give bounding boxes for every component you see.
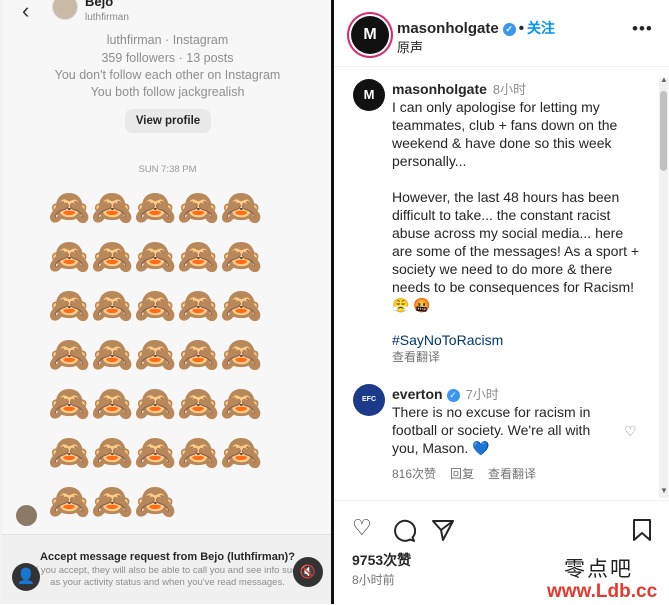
scroll-up-icon[interactable]: ▲	[660, 75, 668, 84]
monkey-emoji: 🙈	[48, 336, 91, 374]
caption-username[interactable]: masonholgate	[392, 81, 487, 97]
comments-area: M masonholgate 8小时 I can only apologise f…	[334, 67, 669, 499]
message-request-body: If you accept, they will also be able to…	[32, 565, 303, 588]
monkey-emoji: 🙈	[220, 287, 263, 325]
message-row: 🙈🙈🙈	[48, 482, 278, 531]
hashtag-link[interactable]: #SayNoToRacism	[392, 332, 503, 348]
comment-time: 7小时	[465, 387, 499, 402]
message-timestamp: SUN 7:38 PM	[138, 164, 197, 175]
avatar[interactable]: EFC	[353, 384, 385, 416]
avatar[interactable]: M	[353, 79, 385, 111]
monkey-emoji: 🙈	[220, 189, 263, 227]
see-translation-link[interactable]: 查看翻译	[488, 467, 536, 481]
dm-contact-name: Bejo	[85, 0, 114, 9]
monkey-emoji: 🙈	[48, 385, 91, 423]
monkey-emoji: 🙈	[134, 189, 177, 227]
comment-meta: 816次赞 回复 查看翻译	[392, 465, 550, 482]
post-header: M masonholgate ✓ • 关注 原声 •••	[334, 0, 669, 67]
monkey-emoji: 🙈	[134, 238, 177, 276]
profile-info-line: luthfirman · Instagram	[106, 33, 229, 47]
mute-icon[interactable]: 🔇	[293, 557, 323, 587]
monkey-emoji: 🙈	[48, 189, 91, 227]
monkey-emoji: 🙈	[177, 287, 220, 325]
comment-icon[interactable]	[392, 518, 416, 542]
verified-badge-icon: ✓	[502, 23, 516, 36]
monkey-emoji: 🙈	[91, 385, 134, 423]
heart-icon[interactable]: ♡	[352, 515, 372, 541]
profile-info-line: You both follow jackgrealish	[90, 85, 245, 99]
message-row: 🙈🙈🙈🙈🙈	[48, 335, 278, 384]
monkey-emoji: 🙈	[48, 483, 91, 521]
monkey-emoji: 🙈	[48, 434, 91, 472]
caption-paragraph: I can only apologise for letting my team…	[392, 99, 618, 169]
message-request-title: Accept message request from Bejo (luthfi…	[40, 551, 295, 563]
monkey-emoji: 🙈	[220, 385, 263, 423]
monkey-emoji: 🙈	[91, 287, 134, 325]
caption-paragraph: However, the last 48 hours has been diff…	[392, 189, 640, 313]
monkey-emoji: 🙈	[91, 336, 134, 374]
monkey-emoji: 🙈	[134, 336, 177, 374]
monkey-emoji: 🙈	[177, 385, 220, 423]
monkey-emoji: 🙈	[48, 287, 91, 325]
watermark-text: 零点吧	[564, 557, 633, 581]
dm-panel: ‹ Bejo luthfirman luthfirman · Instagram…	[2, 0, 331, 604]
caption-header: masonholgate 8小时	[392, 80, 647, 99]
dm-contact-handle: luthfirman	[85, 12, 129, 23]
instagram-post-panel: M masonholgate ✓ • 关注 原声 ••• M masonholgate…	[334, 0, 669, 604]
post-actions: ♡ 9753次赞 8小时前 零点吧 www.Ldb.cc	[334, 500, 669, 605]
message-row: 🙈🙈🙈🙈🙈	[48, 286, 278, 335]
post-like-count[interactable]: 9753次赞	[352, 550, 411, 570]
see-translation-link[interactable]: 查看翻译	[392, 348, 440, 365]
sender-avatar	[16, 505, 37, 526]
view-profile-button[interactable]: View profile	[125, 109, 211, 133]
monkey-emoji: 🙈	[91, 434, 134, 472]
monkey-emoji: 🙈	[177, 434, 220, 472]
watermark-url: www.Ldb.cc	[547, 581, 658, 602]
monkey-emoji: 🙈	[134, 385, 177, 423]
monkey-emoji: 🙈	[48, 238, 91, 276]
more-icon[interactable]: •••	[632, 19, 653, 39]
avatar[interactable]: M	[351, 16, 389, 54]
monkey-emoji: 🙈	[177, 336, 220, 374]
post-author-username[interactable]: masonholgate	[397, 20, 499, 37]
avatar	[52, 0, 78, 20]
scrollbar-thumb[interactable]	[660, 91, 667, 171]
message-row: 🙈🙈🙈🙈🙈	[48, 384, 278, 433]
message-row: 🙈🙈🙈🙈🙈	[48, 188, 278, 237]
caption-time: 8小时	[492, 82, 527, 97]
message-row: 🙈🙈🙈🙈🙈	[48, 433, 278, 482]
profile-info-line: You don't follow each other on Instagram	[54, 68, 281, 82]
comment-username[interactable]: everton	[392, 386, 443, 402]
like-comment-icon[interactable]: ♡	[624, 423, 637, 440]
monkey-emoji: 🙈	[134, 287, 177, 325]
monkey-emoji: 🙈	[177, 189, 220, 227]
bookmark-icon[interactable]	[632, 518, 652, 542]
monkey-emoji: 🙈	[134, 483, 177, 521]
monkey-emoji: 🙈	[177, 238, 220, 276]
dm-screenshot: ‹ Bejo luthfirman luthfirman · Instagram…	[0, 0, 331, 604]
back-arrow-icon[interactable]: ‹	[22, 0, 29, 24]
verified-badge-icon: ✓	[446, 389, 460, 402]
monkey-emoji: 🙈	[220, 434, 263, 472]
monkey-emoji: 🙈	[91, 189, 134, 227]
message-row: 🙈🙈🙈🙈🙈	[48, 237, 278, 286]
share-icon[interactable]	[431, 518, 455, 542]
comment-likes[interactable]: 816次赞	[392, 467, 436, 481]
audio-label[interactable]: 原声	[397, 37, 423, 56]
profile-info-line: 359 followers · 13 posts	[101, 51, 234, 65]
monkey-emoji: 🙈	[134, 434, 177, 472]
monkey-emoji: 🙈	[91, 483, 134, 521]
scroll-down-icon[interactable]: ▼	[660, 486, 668, 495]
follow-button[interactable]: 关注	[527, 20, 555, 36]
monkey-emoji: 🙈	[220, 238, 263, 276]
comment-header: everton ✓ 7小时	[392, 385, 647, 404]
post-author: masonholgate ✓ • 关注	[397, 20, 555, 37]
reply-button[interactable]: 回复	[450, 467, 474, 481]
comment-text: There is no excuse for racism in footbal…	[392, 404, 591, 456]
person-icon[interactable]: 👤	[12, 563, 40, 591]
monkey-emoji: 🙈	[91, 238, 134, 276]
post-timestamp: 8小时前	[352, 573, 395, 587]
monkey-emoji: 🙈	[220, 336, 263, 374]
monkey-emoji-messages: 🙈🙈🙈🙈🙈 🙈🙈🙈🙈🙈 🙈🙈🙈🙈🙈 🙈🙈🙈🙈🙈 🙈🙈🙈🙈🙈 🙈🙈🙈🙈🙈 🙈🙈🙈	[48, 188, 278, 531]
